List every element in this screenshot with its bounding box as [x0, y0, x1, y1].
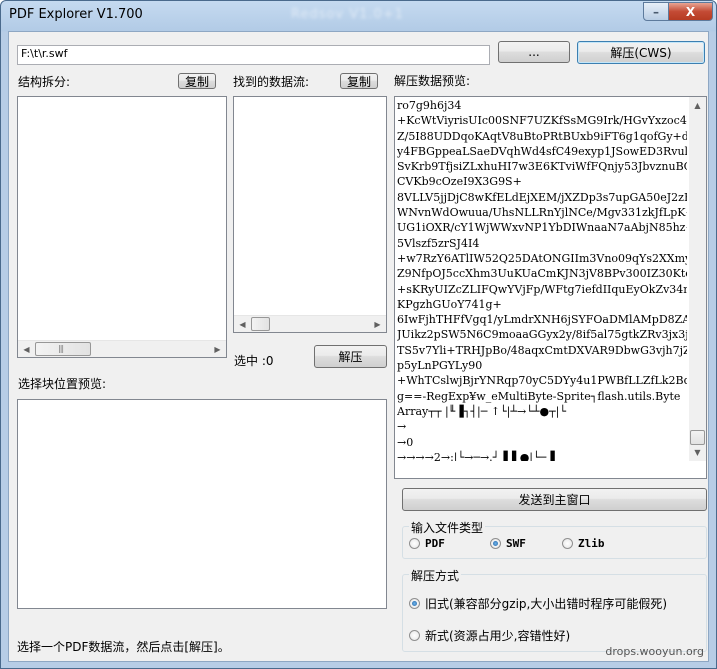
copy-streams-button[interactable]: 复制	[340, 73, 378, 89]
preview-line: KPgzhGUoY741g+	[397, 297, 502, 311]
watermark: drops.wooyun.org	[605, 645, 704, 658]
copy-structure-button[interactable]: 复制	[178, 73, 216, 89]
preview-line: +sKRyUIZcZLIFQwYVjFp/WFtg7iefdIIquEyOkZv…	[397, 282, 687, 296]
preview-line: Array┬┬ |╙▐┐┤|─ ↑└|┴→└┴●┬|└	[397, 404, 567, 418]
status-text: 选择一个PDF数据流，然后点击[解压]。	[17, 640, 230, 654]
radio-zlib-circle	[562, 538, 573, 549]
scroll-left-icon[interactable]: ◀	[234, 316, 251, 333]
radio-swf-label: SWF	[506, 537, 526, 550]
preview-textbox[interactable]: ro7g9h6j34 +KcWtViyrisUIc00SNF7UZKfSsMG9I…	[394, 96, 707, 479]
send-to-main-button[interactable]: 发送到主窗口	[402, 488, 707, 511]
client-area: F:\t\r.swf ... 解压(CWS) 结构拆分: 复制 找到的数据流: …	[8, 31, 709, 662]
radio-mode-new[interactable]: 新式(资源占用少,容错性好)	[409, 627, 570, 644]
streams-hscrollbar[interactable]: ◀ ▶	[234, 315, 386, 332]
input-type-title: 输入文件类型	[409, 519, 486, 536]
minimize-icon: –	[653, 4, 659, 19]
file-path-input[interactable]: F:\t\r.swf	[17, 45, 490, 65]
preview-line: 8VLLV5jjDjC8wKfELdEjXEM/jXZDp3s7upGA50eJ…	[397, 190, 687, 204]
title-bar[interactable]: PDF Explorer V1.700 Redsov V1.0+1 – X	[1, 1, 716, 31]
browse-button[interactable]: ...	[498, 41, 570, 63]
radio-mode-old-label: 旧式(兼容部分gzip,大小出错时程序可能假死)	[425, 597, 668, 611]
radio-pdf-circle	[409, 538, 420, 549]
scroll-right-icon[interactable]: ▶	[369, 316, 386, 333]
preview-line: 5Vlszf5zrSJ4I4	[397, 236, 480, 250]
preview-line: CVKb9cOzeI9X3G9S+	[397, 175, 522, 189]
structure-label: 结构拆分:	[18, 75, 71, 89]
radio-mode-new-circle	[409, 630, 420, 641]
radio-pdf-label: PDF	[425, 537, 445, 550]
scroll-up-icon[interactable]: ▲	[689, 97, 706, 114]
mode-title: 解压方式	[409, 567, 462, 584]
preview-line: g==-RegExp¥w_eMultiByte-Sprite┐flash.uti…	[397, 389, 681, 403]
block-preview-box[interactable]	[17, 399, 387, 609]
preview-vscrollbar[interactable]: ▲ ▼	[689, 97, 706, 461]
preview-line: Z/5I88UDDqoKAqtV8uBtoPRtBUxb9iFT6g1qofGy…	[397, 129, 687, 143]
structure-hscroll-thumb[interactable]: |||	[35, 342, 91, 356]
preview-line: WNvnWdOwuua/UhsNLLRnYjlNCe/Mgv331zkJfLpK…	[397, 206, 687, 220]
radio-mode-old[interactable]: 旧式(兼容部分gzip,大小出错时程序可能假死)	[409, 595, 667, 612]
selected-count: 选中 :0	[234, 354, 274, 368]
preview-line: SvKrb9TfjsiZLxhuHI7w3E6KTviWfFQnjy53Jbvz…	[397, 160, 687, 174]
preview-line: →	[397, 420, 407, 434]
window-title: PDF Explorer V1.700	[9, 7, 143, 22]
decompress-cws-button[interactable]: 解压(CWS)	[577, 41, 705, 64]
preview-line: +WhTCslwjBjrYNRqp70yC5DYy4u1PWBfLLZfLk2B…	[397, 374, 687, 388]
close-icon: X	[685, 4, 696, 19]
preview-line: y4FBGppeaLSaeDVqhWd4sfC49exyp1JSowED3Rvu…	[397, 144, 687, 158]
preview-line: →0	[397, 435, 414, 449]
radio-mode-new-label: 新式(资源占用少,容错性好)	[425, 629, 571, 643]
app-window: PDF Explorer V1.700 Redsov V1.0+1 – X F:…	[0, 0, 717, 669]
preview-label: 解压数据预览:	[394, 74, 471, 88]
radio-swf-circle	[490, 538, 501, 549]
preview-line: →→→→2→:|└→─→.┘▐▐ ●|└─▐	[397, 450, 555, 461]
preview-line: TS5v7Yli+TRHJpBo/48aqxCmtDXVAR9DbwG3vjh7…	[397, 343, 687, 357]
streams-hscroll-thumb[interactable]	[251, 317, 270, 331]
streams-label: 找到的数据流:	[233, 75, 310, 89]
scroll-left-icon[interactable]: ◀	[18, 341, 35, 358]
input-type-group: 输入文件类型 PDF SWF Zlib	[402, 519, 707, 559]
radio-pdf[interactable]: PDF	[409, 537, 445, 550]
minimize-button[interactable]: –	[643, 2, 669, 21]
structure-tree[interactable]: ◀ ||| ▶	[17, 96, 227, 358]
preview-line: UG1iOXR/cY1WjWWxvNP1YbDIWnaaN7aAbjN85hz+…	[397, 221, 687, 235]
preview-line: JUikz2pSW5N6C9moaaGGyx2y/8if5al75gtkZRv3…	[397, 328, 687, 342]
block-preview-label: 选择块位置预览:	[18, 377, 107, 391]
preview-line: 6IwFjhTHFfVgq1/yLmdrXNH6jSYFOaDMlAMpD8ZA…	[397, 313, 687, 327]
preview-line: +w7RzY6ATlIW52Q25DAtONGIIm3Vno09qYs2XXmy…	[397, 251, 687, 265]
preview-line: ro7g9h6j34	[397, 99, 462, 112]
scroll-right-icon[interactable]: ▶	[209, 341, 226, 358]
decompress-stream-button[interactable]: 解压	[314, 345, 387, 368]
mode-group: 解压方式 旧式(兼容部分gzip,大小出错时程序可能假死) 新式(资源占用少,容…	[402, 567, 707, 652]
radio-zlib[interactable]: Zlib	[562, 537, 605, 550]
streams-list[interactable]: ◀ ▶	[233, 96, 387, 333]
scroll-down-icon[interactable]: ▼	[689, 444, 706, 461]
radio-zlib-label: Zlib	[578, 537, 605, 550]
preview-line: Z9NfpOJ5ccXhm3UuKUaCmKJN3jV8BPv300IZ30Kt…	[397, 267, 687, 281]
structure-hscrollbar[interactable]: ◀ ||| ▶	[18, 340, 226, 357]
preview-vscroll-thumb[interactable]	[690, 430, 705, 445]
preview-line: +KcWtViyrisUIc00SNF7UZKfSsMG9Irk/HGvYxzo…	[397, 114, 687, 128]
preview-text[interactable]: ro7g9h6j34 +KcWtViyrisUIc00SNF7UZKfSsMG9I…	[395, 97, 689, 461]
blurred-title-text: Redsov V1.0+1	[291, 7, 404, 22]
close-button[interactable]: X	[668, 2, 713, 21]
file-path-value: F:\t\r.swf	[21, 47, 68, 60]
radio-swf[interactable]: SWF	[490, 537, 526, 550]
radio-mode-old-circle	[409, 598, 420, 609]
preview-line: p5yLnPGYLy90	[397, 359, 483, 373]
